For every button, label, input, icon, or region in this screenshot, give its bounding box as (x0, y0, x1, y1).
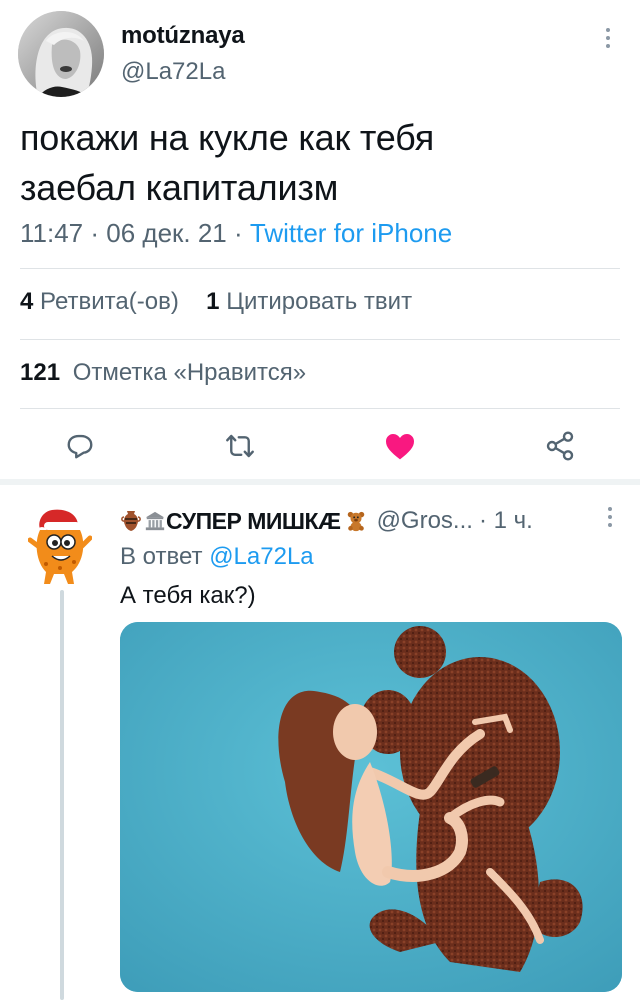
meta-separator: · (226, 218, 250, 248)
heart-filled-icon (386, 434, 414, 460)
thread-connector-line (60, 590, 64, 1000)
section-divider (0, 479, 640, 485)
retweets-count: 4 (20, 288, 34, 315)
photo-image (120, 622, 622, 992)
retweet-button[interactable] (220, 426, 260, 466)
amphora-emoji-icon (121, 511, 141, 531)
divider (20, 339, 620, 340)
reply-more-options-icon[interactable] (603, 505, 617, 529)
dot (606, 36, 610, 40)
replying-to: В ответ @La72La (120, 543, 314, 571)
tweet-text: покажи на кукле как тебя заебал капитали… (20, 113, 620, 213)
likes-label: Отметка «Нравится» (72, 359, 307, 386)
dot (606, 44, 610, 48)
tweet-text-line: заебал капитализм (20, 167, 339, 208)
retweet-icon (226, 434, 254, 458)
retweets-label: Ретвита(-ов) (40, 288, 179, 315)
dot (606, 28, 610, 32)
classical-building-emoji-icon (145, 511, 165, 531)
dot (608, 523, 612, 527)
avatar-photo (18, 11, 104, 97)
replying-to-mention[interactable]: @La72La (209, 543, 313, 570)
quotes-link[interactable]: 1 Цитировать твит (206, 288, 412, 315)
monster-santa-avatar (27, 509, 93, 584)
dot (608, 515, 612, 519)
reply-header: СУПЕР МИШКÆ @Gros... · 1 ч. (120, 507, 533, 535)
reply-button[interactable] (60, 426, 100, 466)
retweet-quote-stats: 4 Ретвита(-ов) 1 Цитировать твит (20, 288, 412, 316)
author-handle[interactable]: @La72La (121, 58, 225, 86)
author-display-name[interactable]: motúznaya (121, 22, 245, 50)
share-button[interactable] (540, 426, 580, 466)
tweet-source-link[interactable]: Twitter for iPhone (250, 218, 452, 248)
reply-author-avatar[interactable] (27, 502, 93, 586)
meta-separator: · (83, 218, 107, 248)
quotes-label: Цитировать твит (226, 288, 413, 315)
tweet-time[interactable]: 11:47 (20, 218, 83, 248)
replying-to-label: В ответ (120, 543, 203, 570)
author-avatar[interactable] (18, 11, 104, 97)
reply-photo[interactable] (120, 622, 622, 992)
divider (20, 268, 620, 269)
divider (20, 408, 620, 409)
dot (608, 507, 612, 511)
reply-icon (67, 434, 93, 459)
more-options-icon[interactable] (598, 24, 618, 52)
likes-link[interactable]: 121 Отметка «Нравится» (20, 359, 306, 387)
reply-handle[interactable]: @Gros... (377, 507, 473, 535)
retweets-link[interactable]: 4 Ретвита(-ов) (20, 288, 179, 315)
like-button[interactable] (380, 426, 420, 466)
tweet-date[interactable]: 06 дек. 21 (106, 218, 227, 248)
teddy-bear-emoji-icon (347, 511, 364, 532)
reply-display-name[interactable]: СУПЕР МИШКÆ (166, 508, 341, 535)
reply-text: А тебя как?) (120, 582, 256, 609)
likes-count: 121 (20, 359, 61, 386)
tweet-text-line: покажи на кукле как тебя (20, 117, 435, 158)
tweet-meta: 11:47 · 06 дек. 21 · Twitter for iPhone (20, 218, 452, 249)
share-icon (546, 431, 574, 461)
reply-time[interactable]: · 1 ч. (479, 507, 533, 535)
quotes-count: 1 (206, 288, 220, 315)
